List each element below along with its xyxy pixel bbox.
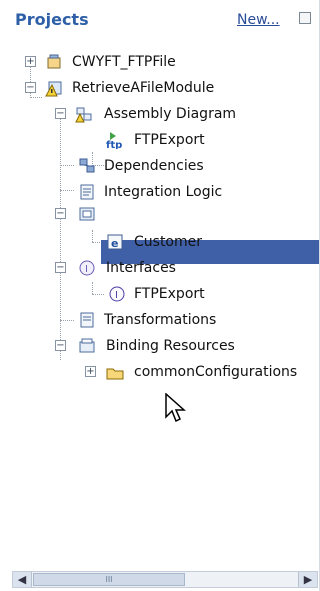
tree-item-label: Customer: [134, 234, 203, 250]
tree-item-customer[interactable]: e Customer: [0, 230, 319, 254]
tree-item-transformations[interactable]: Transformations: [0, 308, 319, 332]
tree-item-label: Interfaces: [106, 260, 176, 276]
collapse-icon[interactable]: −: [55, 262, 66, 273]
horizontal-scrollbar[interactable]: ◀ III ▶: [12, 571, 318, 588]
tree-item-label: RetrieveAFileModule: [72, 80, 215, 96]
tree-item-label: CWYFT_FTPFile: [72, 54, 176, 70]
tree-item-label: Binding Resources: [106, 338, 235, 354]
tree-item-label: Data Types: [106, 206, 184, 222]
scroll-left-button[interactable]: ◀: [13, 572, 32, 587]
tree-item-label: FTPExport: [134, 132, 205, 148]
expand-icon[interactable]: +: [85, 366, 96, 377]
tree-item-commonconfigurations[interactable]: + commonConfigurations: [0, 360, 319, 384]
tree-item-interfaces[interactable]: − I Interfaces: [0, 256, 319, 280]
tree-item-cwyft-ftpfile[interactable]: + CWYFT_FTPFile: [0, 50, 319, 74]
tree-item-label: Transformations: [104, 312, 217, 328]
tree-item-dependencies[interactable]: Dependencies: [0, 154, 319, 178]
tree-item-ftpexport[interactable]: ftp FTPExport: [0, 128, 319, 152]
expand-icon[interactable]: +: [25, 56, 36, 67]
mouse-cursor-icon: [165, 393, 186, 423]
business-object-icon: e: [107, 234, 123, 250]
collapse-icon[interactable]: −: [55, 208, 66, 219]
assembly-diagram-icon: [75, 107, 92, 123]
module-warning-icon: [45, 81, 62, 97]
tree-item-label: Integration Logic: [104, 184, 223, 200]
tree-item-binding-resources[interactable]: − Binding Resources: [0, 334, 319, 358]
svg-text:I: I: [85, 264, 88, 275]
panel-title: Projects: [15, 10, 89, 29]
filter-hint[interactable]: <Click to filter.: [211, 202, 315, 226]
svg-text:I: I: [115, 290, 118, 301]
svg-text:ftp: ftp: [106, 140, 122, 149]
svg-text:e: e: [111, 237, 118, 250]
new-link[interactable]: New...: [237, 12, 280, 28]
project-tree: + CWYFT_FTPFile − RetrieveAFileModule −: [0, 38, 319, 558]
folder-icon: [106, 368, 124, 380]
panel-header: Projects New...: [0, 0, 319, 38]
interface-item-icon: I: [109, 286, 125, 302]
tree-item-integration-logic[interactable]: Integration Logic: [0, 180, 319, 204]
dependencies-icon: [79, 158, 95, 173]
tree-item-ftpexport-interface[interactable]: I FTPExport: [0, 282, 319, 306]
collapse-icon[interactable]: −: [55, 108, 66, 119]
ftp-export-icon: ftp: [106, 132, 122, 149]
tree-item-data-types[interactable]: − Data Types <Click to filter.: [0, 202, 319, 226]
collapse-icon[interactable]: −: [55, 340, 66, 351]
tree-item-retrieveafilemodule[interactable]: − RetrieveAFileModule: [0, 76, 319, 100]
tree-item-label: FTPExport: [134, 286, 205, 302]
transformations-icon: [80, 312, 94, 328]
tree-item-label: Dependencies: [104, 158, 204, 174]
integration-logic-icon: [80, 184, 94, 200]
data-types-icon: [79, 207, 95, 221]
project-icon: [47, 54, 61, 69]
projects-panel: Projects New... + CWYFT_FTPFile − Retrie…: [0, 0, 320, 591]
scroll-right-button[interactable]: ▶: [298, 572, 317, 587]
tree-item-label: commonConfigurations: [134, 364, 298, 380]
scroll-thumb[interactable]: III: [33, 573, 185, 586]
view-menu-icon[interactable]: [299, 12, 311, 24]
binding-resources-icon: [79, 338, 95, 353]
collapse-icon[interactable]: −: [25, 82, 36, 93]
interfaces-icon: I: [79, 260, 95, 276]
tree-item-assembly-diagram[interactable]: − Assembly Diagram: [0, 102, 319, 126]
tree-item-label: Assembly Diagram: [104, 106, 237, 122]
